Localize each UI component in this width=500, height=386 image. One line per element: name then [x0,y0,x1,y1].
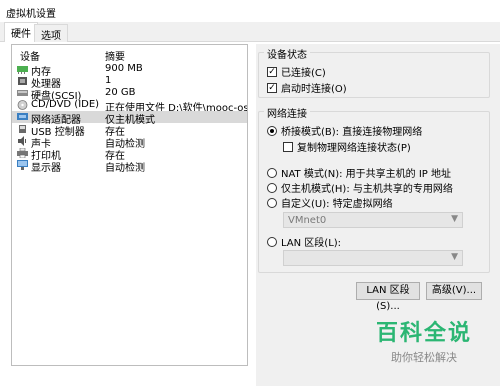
sound-card-icon [18,136,26,146]
watermark-title: 百科全说 [375,321,472,346]
memory-icon [17,66,28,74]
column-header-summary[interactable]: 摘要 [105,48,125,63]
device-status-group: 设备状态 ✓ 已连接(C) ✓ 启动时连接(O) [258,46,490,98]
radio-icon [267,236,277,247]
lan-segment-select[interactable]: ▼ [283,250,463,266]
device-name: CD/DVD (IDE) [31,99,100,110]
bridged-mode-label: 桥接模式(B): 直接连接物理网络 [281,127,423,138]
network-adapter-icon [17,113,28,120]
connected-checkbox[interactable]: ✓ 已连接(C) [267,64,326,79]
lan-segment-label: LAN 区段(L): [281,238,342,249]
connect-at-power-on-label: 启动时连接(O) [281,84,347,95]
device-summary: 20 GB [105,87,136,98]
device-row-processor[interactable]: 处理器 1 [12,75,247,90]
device-row-printer[interactable]: 打印机 存在 [12,147,247,162]
hard-disk-icon [17,90,28,96]
radio-icon [267,182,277,193]
radio-icon [267,167,277,178]
title-bar: 虚拟机设置 [0,0,500,22]
watermark-subtitle: 助你轻松解决 [391,351,457,364]
custom-network-label: 自定义(U): 特定虚拟网络 [281,199,393,210]
usb-controller-icon [19,125,26,133]
device-row-memory[interactable]: 内存 900 MB [12,63,247,78]
host-only-mode-radio[interactable]: 仅主机模式(H): 与主机共享的专用网络 [267,180,453,195]
custom-network-select[interactable]: VMnet0 ▼ [283,212,463,228]
tab-hardware[interactable]: 硬件 [4,22,38,43]
device-row-display[interactable]: 显示器 自动检测 [12,159,247,174]
radio-icon [267,197,277,208]
tab-options[interactable]: 选项 [34,24,68,42]
network-connection-title: 网络连接 [264,105,310,120]
device-row-sound-card[interactable]: 声卡 自动检测 [12,135,247,150]
printer-icon [17,148,28,158]
lan-segments-button[interactable]: LAN 区段(S)... [356,282,420,312]
device-row-usb-controller[interactable]: USB 控制器 存在 [12,123,247,138]
watermark: 百科全说 助你轻松解决 [368,315,480,365]
device-summary: 1 [105,75,112,86]
replicate-physical-state-label: 复制物理网络连接状态(P) [297,143,411,154]
device-row-network-adapter[interactable]: 网络适配器 仅主机模式 [12,111,247,126]
tab-bar: 硬件 选项 [0,22,500,43]
processor-icon [18,77,27,85]
replicate-physical-state-checkbox[interactable]: 复制物理网络连接状态(P) [283,139,411,154]
checkmark-icon: ✓ [267,82,277,93]
custom-network-value: VMnet0 [288,215,327,226]
window-title: 虚拟机设置 [6,9,56,20]
display-icon [17,160,28,170]
chevron-down-icon: ▼ [451,252,458,262]
device-status-title: 设备状态 [264,46,310,61]
nat-mode-label: NAT 模式(N): 用于共享主机的 IP 地址 [281,169,451,180]
cd-dvd-icon [17,100,28,110]
device-list[interactable]: 设备 摘要 内存 900 MB 处理器 1 硬盘(SCSI) 20 GB CD/… [11,44,248,366]
device-summary: 900 MB [105,63,143,74]
custom-network-radio[interactable]: 自定义(U): 特定虚拟网络 [267,195,393,210]
device-summary: 自动检测 [105,163,145,174]
host-only-mode-label: 仅主机模式(H): 与主机共享的专用网络 [281,184,453,195]
advanced-button[interactable]: 高级(V)... [426,282,482,300]
chevron-down-icon: ▼ [451,214,458,224]
lan-segment-radio[interactable]: LAN 区段(L): [267,234,341,249]
column-header-device[interactable]: 设备 [20,48,40,63]
device-name: 显示器 [31,163,61,174]
device-row-hard-disk[interactable]: 硬盘(SCSI) 20 GB [12,87,247,102]
list-header: 设备 摘要 [12,45,247,63]
checkbox-icon [283,141,293,152]
checkmark-icon: ✓ [267,66,277,77]
connect-at-power-on-checkbox[interactable]: ✓ 启动时连接(O) [267,80,347,95]
network-connection-group: 网络连接 桥接模式(B): 直接连接物理网络 复制物理网络连接状态(P) NAT… [258,105,490,273]
bridged-mode-radio[interactable]: 桥接模式(B): 直接连接物理网络 [267,123,422,138]
radio-selected-icon [267,125,277,136]
connected-label: 已连接(C) [281,68,326,79]
nat-mode-radio[interactable]: NAT 模式(N): 用于共享主机的 IP 地址 [267,165,451,180]
device-row-cd-dvd[interactable]: CD/DVD (IDE) 正在使用文件 D:\软件\mooc-os-2... [12,99,247,114]
